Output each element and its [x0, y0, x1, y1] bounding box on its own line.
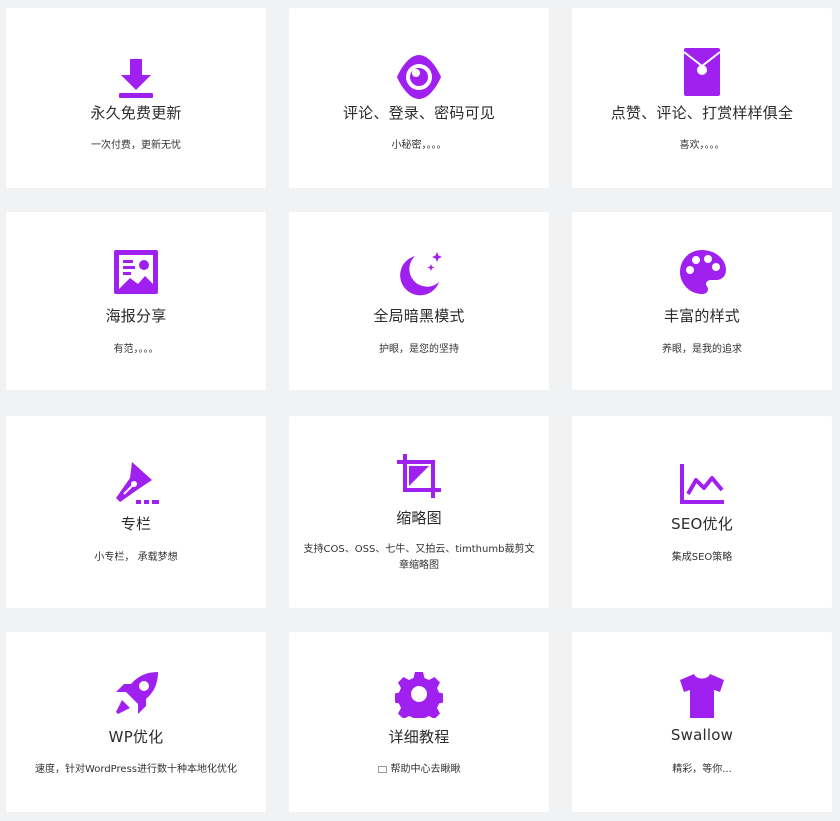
feature-card-seo: SEO优化 集成SEO策略	[572, 416, 832, 608]
feature-title: 详细教程	[388, 728, 450, 746]
palette-icon	[678, 248, 726, 296]
feature-title: 全局暗黑模式	[373, 307, 465, 325]
feature-desc: 速度，针对WordPress进行数十种本地化优化	[34, 764, 238, 775]
download-icon	[112, 53, 160, 101]
feature-card-swallow: Swallow 精彩，等你...	[572, 632, 832, 812]
feature-card-thumbnail: 缩略图 支持COS、OSS、七牛、又拍云、timthumb裁剪文章缩略图	[289, 416, 549, 608]
feature-desc: 精彩，等你...	[672, 764, 732, 775]
feature-desc: 喜欢，。。。	[679, 140, 725, 151]
feature-desc: 小专栏， 承载梦想	[94, 552, 178, 563]
feature-card-free-updates: 永久免费更新 一次付费，更新无忧	[6, 8, 266, 188]
feature-grid: 永久免费更新 一次付费，更新无忧 评论、登录、密码可见 小秘密，。。。 点赞、评…	[0, 0, 840, 821]
feature-title: 永久免费更新	[90, 104, 182, 122]
feature-title: Swallow	[670, 726, 734, 744]
feature-card-poster-share: 海报分享 有范，。。。	[6, 212, 266, 390]
feature-title: 专栏	[120, 515, 152, 533]
feature-card-rich-styles: 丰富的样式 养眼，是我的追求	[572, 212, 832, 390]
feature-desc: 集成SEO策略	[671, 552, 733, 563]
line-chart-icon	[678, 460, 726, 508]
image-icon	[112, 248, 160, 296]
crop-icon	[395, 452, 443, 500]
feature-title: SEO优化	[671, 515, 733, 533]
rocket-icon	[112, 670, 160, 718]
gear-icon	[395, 670, 443, 718]
feature-desc: 小秘密，。。。	[391, 140, 447, 151]
help-link-icon	[377, 765, 387, 773]
feature-card-like-reward: 点赞、评论、打赏样样俱全 喜欢，。。。	[572, 8, 832, 188]
feature-card-wp-optimization: WP优化 速度，针对WordPress进行数十种本地化优化	[6, 632, 266, 812]
pen-nib-icon	[112, 458, 160, 506]
feature-title: 评论、登录、密码可见	[342, 104, 495, 122]
feature-card-dark-mode: 全局暗黑模式 护眼，是您的坚持	[289, 212, 549, 390]
feature-title: WP优化	[108, 728, 164, 746]
help-center-link[interactable]: 帮助中心去瞅瞅	[391, 764, 461, 775]
feature-desc: 有范，。。。	[113, 344, 159, 355]
feature-title: 丰富的样式	[663, 307, 740, 325]
feature-title: 点赞、评论、打赏样样俱全	[610, 104, 794, 122]
moon-stars-icon	[395, 250, 443, 298]
feature-desc: 支持COS、OSS、七牛、又拍云、timthumb裁剪文章缩略图	[303, 544, 535, 571]
feature-desc: 养眼，是我的追求	[662, 344, 742, 355]
feature-desc: 帮助中心去瞅瞅	[303, 762, 535, 778]
feature-desc: 护眼，是您的坚持	[379, 344, 459, 355]
tshirt-icon	[678, 672, 726, 720]
feature-card-column: 专栏 小专栏， 承载梦想	[6, 416, 266, 608]
feature-title: 缩略图	[396, 509, 442, 527]
feature-desc: 一次付费，更新无忧	[91, 140, 181, 151]
feature-title: 海报分享	[105, 307, 167, 325]
eye-icon	[395, 53, 443, 101]
feature-card-hidden-content: 评论、登录、密码可见 小秘密，。。。	[289, 8, 549, 188]
red-envelope-icon	[678, 48, 726, 96]
feature-card-tutorial: 详细教程 帮助中心去瞅瞅	[289, 632, 549, 812]
